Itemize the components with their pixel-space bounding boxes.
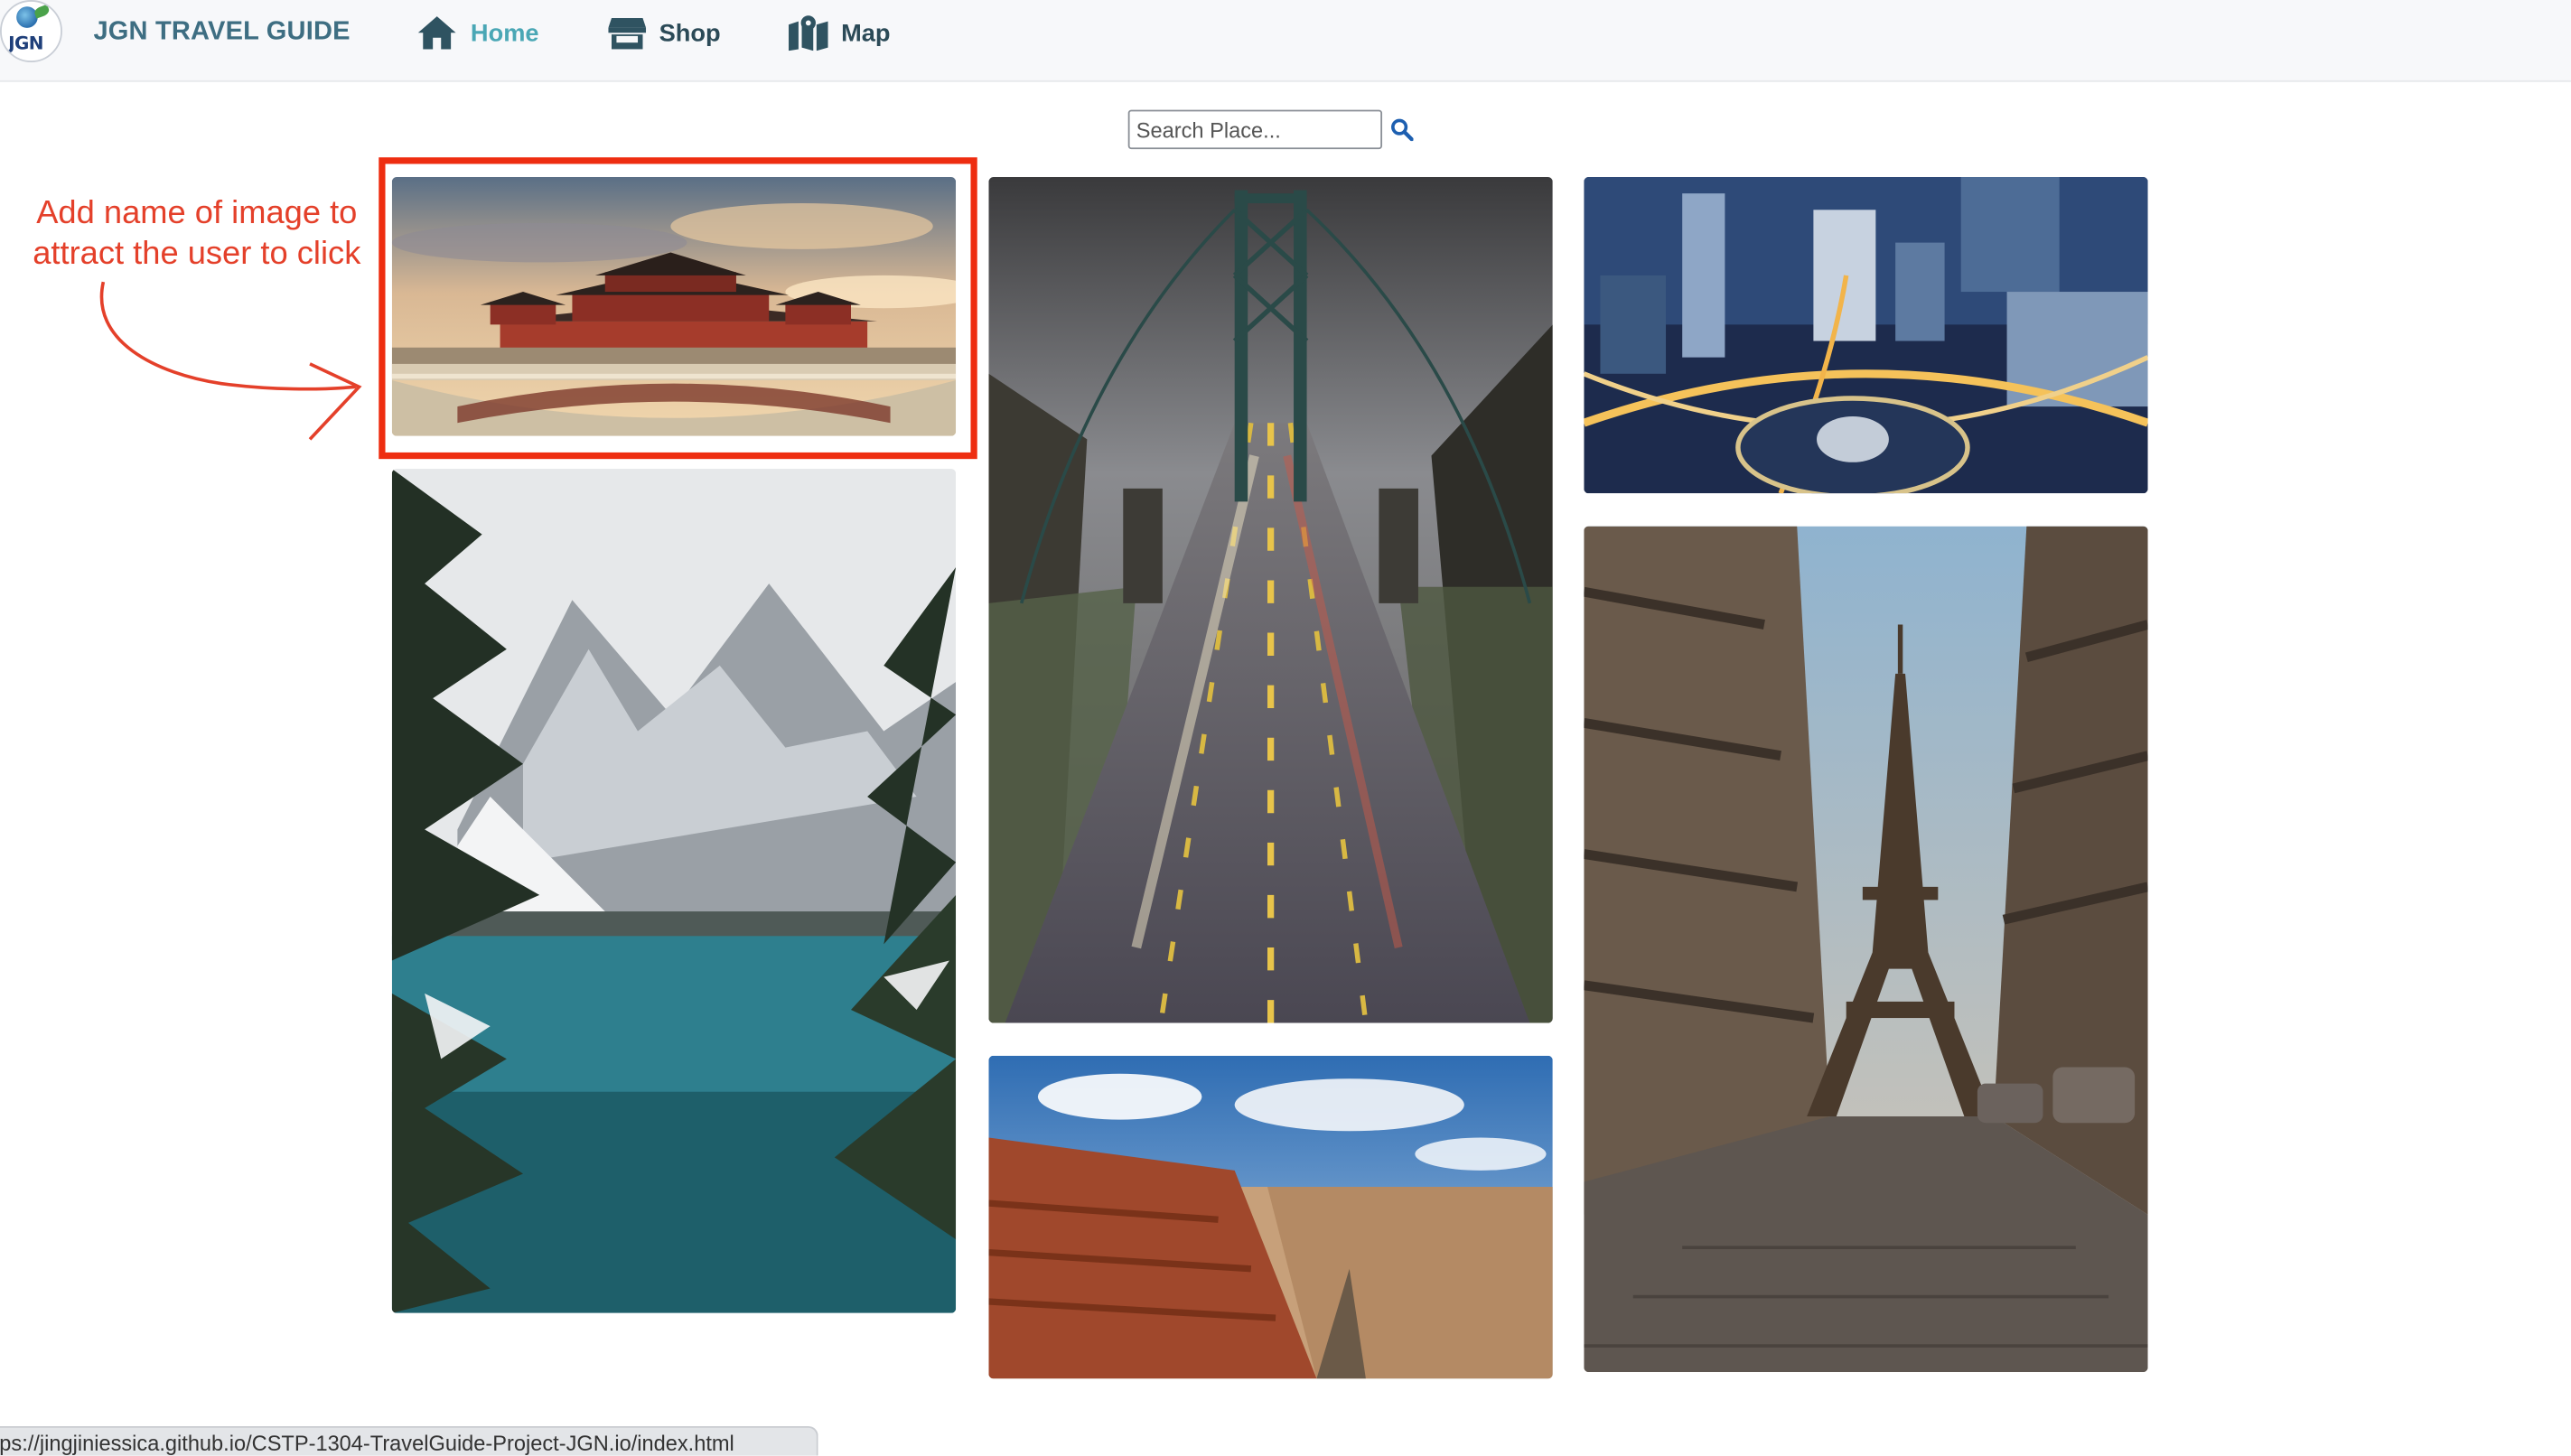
search-button[interactable] [1388, 117, 1415, 143]
gallery-tile-eiffel-tower[interactable] [1584, 526, 2148, 1373]
gallery-tile-bridge[interactable] [988, 177, 1553, 1023]
status-bar: tps://jingjiniessica.github.io/CSTP-1304… [0, 1425, 818, 1456]
annotation-text: Add name of image to attract the user to… [33, 194, 361, 273]
leaf-icon [33, 4, 51, 19]
arrow-icon [99, 281, 362, 441]
navbar: JGN JGN TRAVEL GUIDE Home Shop Map [0, 0, 2571, 82]
logo-text: JGN [8, 33, 43, 54]
eiffel-tower-image [1584, 526, 2148, 1373]
nav-shop[interactable]: Shop [608, 12, 721, 54]
lake-image [391, 469, 957, 1313]
map-icon [789, 15, 828, 51]
city-night-image [1584, 177, 2148, 494]
gallery-tile-city-night[interactable] [1584, 177, 2148, 494]
gallery-tile-lake[interactable] [391, 469, 957, 1313]
search-bar [1127, 109, 1416, 150]
logo[interactable]: JGN [0, 0, 62, 62]
gallery-tile-canyon[interactable] [988, 1055, 1553, 1379]
search-input[interactable] [1127, 109, 1383, 150]
store-icon [608, 17, 647, 49]
nav-map-label: Map [841, 18, 891, 47]
nav-shop-label: Shop [659, 18, 721, 47]
brand-title[interactable]: JGN TRAVEL GUIDE [93, 18, 350, 48]
highlight-box [379, 157, 977, 460]
nav-map[interactable]: Map [789, 12, 891, 54]
page-root: JGN JGN TRAVEL GUIDE Home Shop Map Searc… [0, 0, 2571, 1456]
canyon-image [988, 1055, 1553, 1379]
home-icon [417, 16, 456, 50]
nav-home[interactable]: Home [416, 12, 539, 54]
nav-home-label: Home [470, 18, 539, 47]
bridge-image [988, 177, 1553, 1023]
search-icon [1391, 118, 1414, 142]
